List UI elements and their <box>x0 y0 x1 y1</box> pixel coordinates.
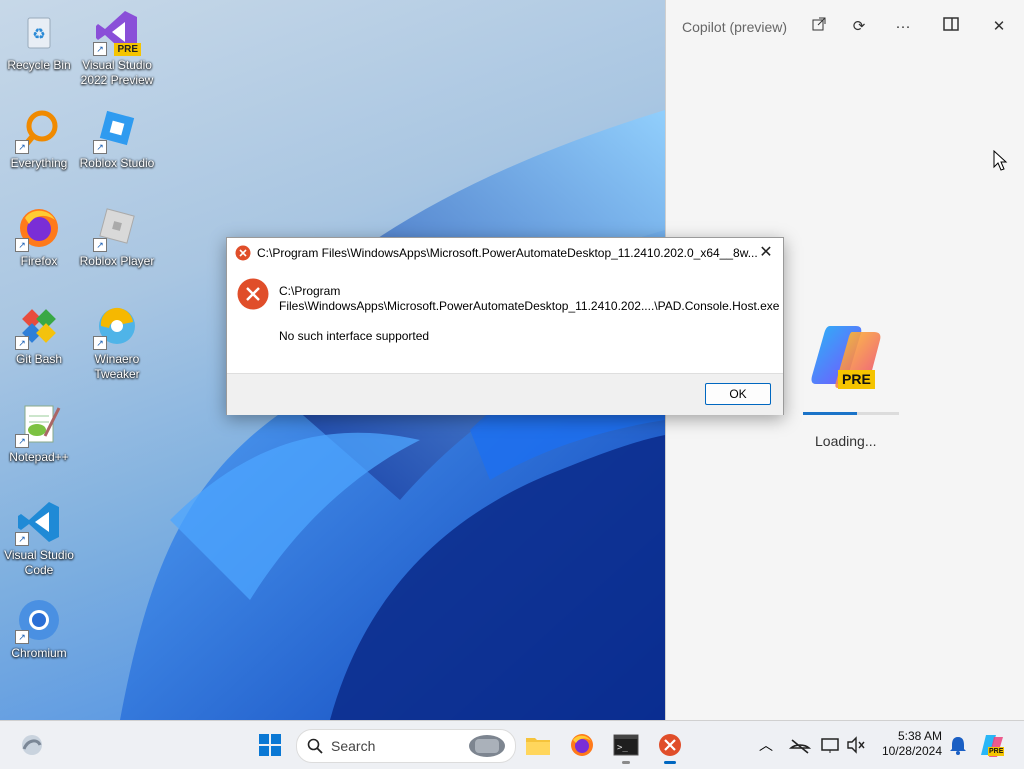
volume-muted-icon[interactable] <box>842 731 870 759</box>
shortcut-arrow-icon: ↗ <box>93 140 107 154</box>
clock-date: 10/28/2024 <box>881 744 942 758</box>
shortcut-arrow-icon: ↗ <box>15 336 29 350</box>
desktop-icon-winaero-tweaker[interactable]: ↗ Winaero Tweaker <box>78 302 156 382</box>
desktop-icon-git-bash[interactable]: ↗ Git Bash <box>0 302 78 367</box>
display-icon[interactable] <box>816 731 844 759</box>
shortcut-arrow-icon: ↗ <box>15 238 29 252</box>
taskbar-search[interactable]: Search <box>296 729 516 763</box>
error-app-taskbar-icon[interactable] <box>656 731 684 764</box>
shortcut-arrow-icon: ↗ <box>15 630 29 644</box>
network-icon[interactable] <box>786 731 814 759</box>
desktop-icon-chromium[interactable]: ↗ Chromium <box>0 596 78 661</box>
ok-button[interactable]: OK <box>705 383 771 405</box>
recycle-bin-icon: ♻ <box>15 8 63 56</box>
more-options-icon[interactable]: ··· <box>890 14 916 40</box>
dock-panel-icon[interactable] <box>938 14 964 40</box>
dialog-message: No such interface supported <box>279 329 430 343</box>
dialog-close-icon[interactable]: ✕ <box>755 242 777 264</box>
dialog-footer: OK <box>227 373 783 415</box>
visual-studio-icon: PRE ↗ <box>93 8 141 56</box>
notification-bell-icon[interactable] <box>944 731 972 759</box>
desktop-icon-roblox-player[interactable]: ↗ Roblox Player <box>78 204 156 269</box>
dialog-path: C:\Program Files\WindowsApps\Microsoft.P… <box>279 284 780 314</box>
shortcut-arrow-icon: ↗ <box>93 238 107 252</box>
desktop-icon-roblox-studio[interactable]: ↗ Roblox Studio <box>78 106 156 171</box>
chromium-icon: ↗ <box>15 596 63 644</box>
file-explorer-icon[interactable] <box>524 731 552 759</box>
roblox-player-icon: ↗ <box>93 204 141 252</box>
git-bash-icon: ↗ <box>15 302 63 350</box>
desktop-icon-everything[interactable]: ↗ Everything <box>0 106 78 171</box>
dialog-path-line2: Files\WindowsApps\Microsoft.PowerAutomat… <box>279 299 780 313</box>
search-highlight-icon <box>469 735 505 757</box>
shortcut-arrow-icon: ↗ <box>15 140 29 154</box>
desktop-icon-notepadpp[interactable]: ↗ Notepad++ <box>0 400 78 465</box>
error-icon <box>237 278 269 310</box>
terminal-icon[interactable]: >_ <box>612 731 640 764</box>
firefox-icon: ↗ <box>15 204 63 252</box>
desktop-icon-recycle-bin[interactable]: ♻ Recycle Bin <box>0 8 78 73</box>
firefox-taskbar-icon[interactable] <box>568 731 596 759</box>
clock-time: 5:38 AM <box>897 729 942 743</box>
refresh-icon[interactable]: ⟳ <box>846 14 872 40</box>
notepadpp-icon: ↗ <box>15 400 63 448</box>
roblox-studio-icon: ↗ <box>93 106 141 154</box>
search-placeholder: Search <box>331 738 376 754</box>
loading-progress-bar <box>803 412 899 415</box>
error-small-icon <box>235 245 251 261</box>
shortcut-arrow-icon: ↗ <box>15 434 29 448</box>
dialog-title: C:\Program Files\WindowsApps\Microsoft.P… <box>257 246 758 260</box>
shortcut-arrow-icon: ↗ <box>93 336 107 350</box>
desktop-icon-visual-studio[interactable]: PRE ↗ Visual Studio 2022 Preview <box>78 8 156 88</box>
error-dialog: C:\Program Files\WindowsApps\Microsoft.P… <box>226 237 784 415</box>
close-icon[interactable]: ✕ <box>986 14 1012 40</box>
everything-icon: ↗ <box>15 106 63 154</box>
desktop-icon-firefox[interactable]: ↗ Firefox <box>0 204 78 269</box>
mouse-cursor-icon <box>993 150 1008 171</box>
pre-badge: PRE <box>988 747 1005 756</box>
svg-text:>_: >_ <box>617 743 628 753</box>
copilot-logo-icon: PRE <box>808 322 884 394</box>
pre-badge: PRE <box>838 370 875 389</box>
shortcut-arrow-icon: ↗ <box>15 532 29 546</box>
dialog-path-line1: C:\Program <box>279 284 341 298</box>
taskbar: Search >_ ︿ 5:38 AM 10/28/2024 PRE <box>0 720 1024 769</box>
shortcut-arrow-icon: ↗ <box>93 42 107 56</box>
system-clock[interactable]: 5:38 AM 10/28/2024 <box>872 729 942 759</box>
dialog-titlebar[interactable]: C:\Program Files\WindowsApps\Microsoft.P… <box>227 238 783 268</box>
svg-text:♻: ♻ <box>32 25 45 43</box>
vscode-icon: ↗ <box>15 498 63 546</box>
winaero-tweaker-icon: ↗ <box>93 302 141 350</box>
desktop-icon-vscode[interactable]: ↗ Visual Studio Code <box>0 498 78 578</box>
open-external-icon[interactable] <box>806 14 832 40</box>
copilot-tray-icon[interactable]: PRE <box>978 731 1006 759</box>
pre-badge: PRE <box>114 43 141 56</box>
widgets-icon[interactable] <box>18 731 46 759</box>
loading-text: Loading... <box>815 433 877 449</box>
start-button-icon[interactable] <box>256 731 284 759</box>
copilot-title: Copilot (preview) <box>682 19 788 35</box>
chevron-up-icon[interactable]: ︿ <box>752 731 780 759</box>
search-icon <box>307 738 323 754</box>
